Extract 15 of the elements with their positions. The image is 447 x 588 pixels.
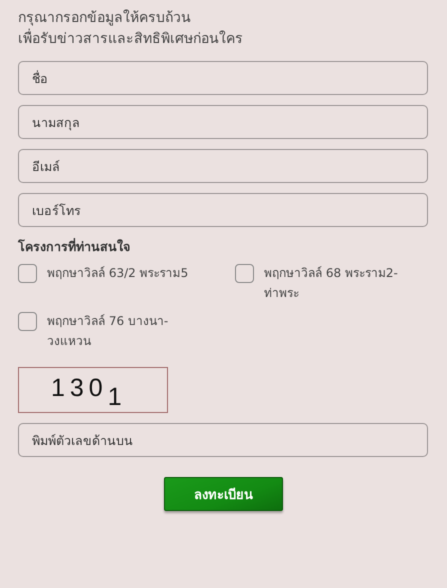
input-field[interactable]: อีเมล์ [18,149,428,183]
checkbox[interactable] [18,312,37,331]
checkbox-label: พฤกษาวิลล์ 68 พระราม2-ท่าพระ [264,265,399,302]
input-field[interactable]: นามสกุล [18,105,428,139]
input-field[interactable]: ชื่อ [18,61,428,95]
checkbox[interactable] [18,264,37,283]
checkbox[interactable] [235,264,254,283]
input-field[interactable]: พิมพ์ตัวเลขด้านบน [18,423,428,457]
intro-text: กรุณากรอกข้อมูลให้ครบถ้วน [18,8,191,28]
checkbox-label: พฤกษาวิลล์ 76 บางนา-วงแหวน [47,313,170,350]
register-button[interactable]: ลงทะเบียน [164,477,283,511]
section-label: โครงการที่ท่านสนใจ [18,237,130,256]
input-field[interactable]: เบอร์โทร [18,193,428,227]
checkbox-label: พฤกษาวิลล์ 63/2 พระราม5 [47,265,188,282]
intro-text: เพื่อรับข่าวสารและสิทธิพิเศษก่อนใคร [18,29,243,50]
